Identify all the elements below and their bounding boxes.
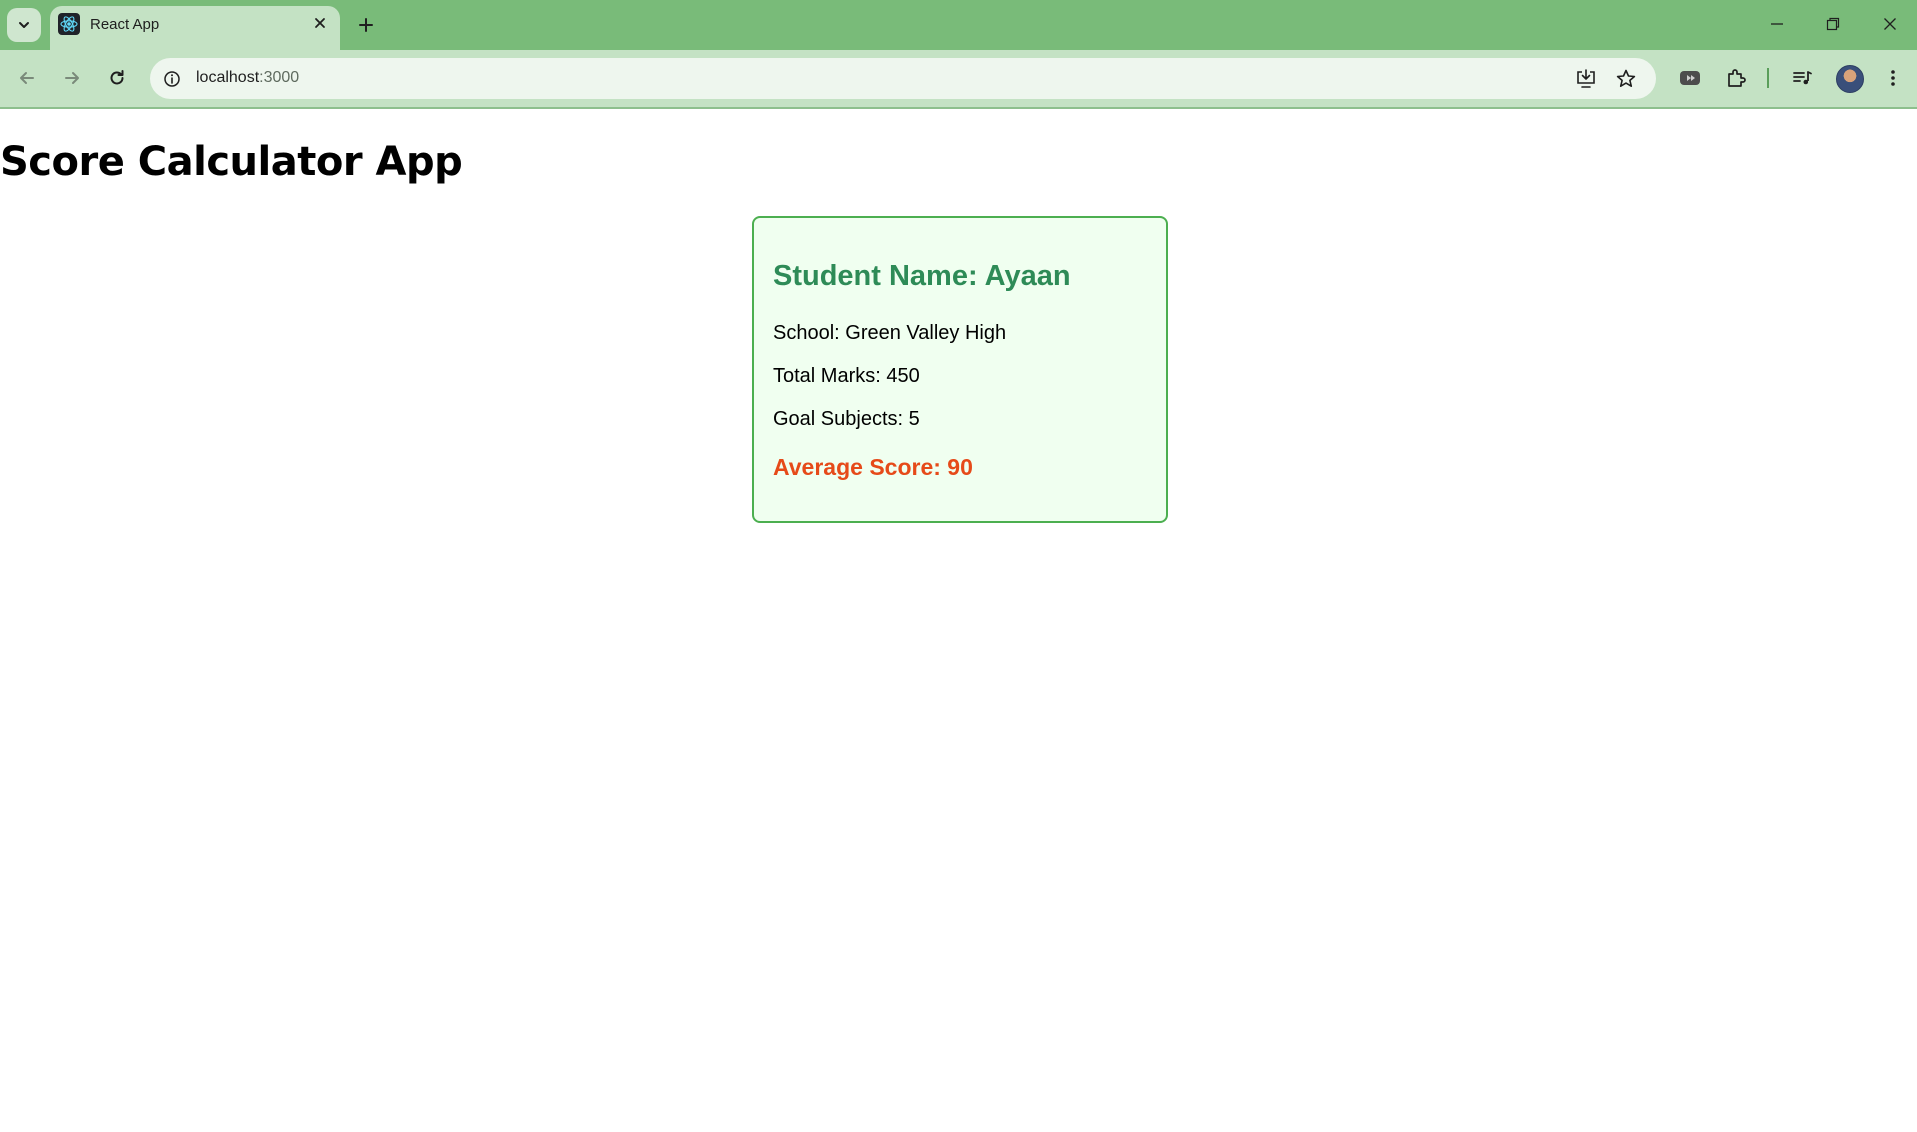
average-score-text: Average Score: 90: [773, 454, 973, 480]
bookmark-star-icon[interactable]: [1613, 66, 1639, 92]
tab-title: React App: [90, 16, 160, 33]
close-tab-icon[interactable]: [310, 13, 330, 33]
student-name: Student Name: Ayaan: [773, 260, 1071, 292]
close-window-icon[interactable]: [1876, 12, 1904, 36]
profile-avatar[interactable]: [1836, 65, 1864, 93]
install-app-icon[interactable]: [1573, 66, 1599, 92]
toolbar-divider: [1767, 68, 1769, 88]
site-info-icon[interactable]: [160, 67, 184, 91]
media-extension-icon[interactable]: [1676, 64, 1704, 92]
goal-subjects-text: Goal Subjects: 5: [773, 408, 920, 430]
page-title: Score Calculator App: [0, 139, 463, 185]
address-bar[interactable]: localhost:3000: [150, 58, 1656, 99]
total-marks-text: Total Marks: 450: [773, 365, 920, 387]
browser-toolbar: localhost:3000: [0, 50, 1917, 109]
media-controls-icon[interactable]: [1788, 64, 1816, 92]
reload-icon[interactable]: [103, 64, 131, 92]
extensions-puzzle-icon[interactable]: [1722, 64, 1750, 92]
tab-search-button[interactable]: [7, 8, 41, 42]
restore-icon[interactable]: [1819, 12, 1847, 36]
new-tab-icon[interactable]: [355, 14, 377, 36]
url-text[interactable]: localhost:3000: [196, 69, 299, 87]
url-port: :3000: [259, 69, 300, 86]
back-arrow-icon[interactable]: [13, 64, 41, 92]
student-card: Student Name: Ayaan School: Green Valley…: [752, 216, 1168, 523]
chevron-down-icon: [19, 22, 29, 28]
forward-arrow-icon[interactable]: [58, 64, 86, 92]
kebab-menu-icon[interactable]: [1879, 64, 1907, 92]
tab-strip: React App: [0, 0, 1917, 50]
url-host: localhost: [196, 69, 260, 86]
react-logo-icon: [58, 13, 80, 35]
minimize-icon[interactable]: [1763, 12, 1791, 36]
school-text: School: Green Valley High: [773, 322, 1007, 344]
